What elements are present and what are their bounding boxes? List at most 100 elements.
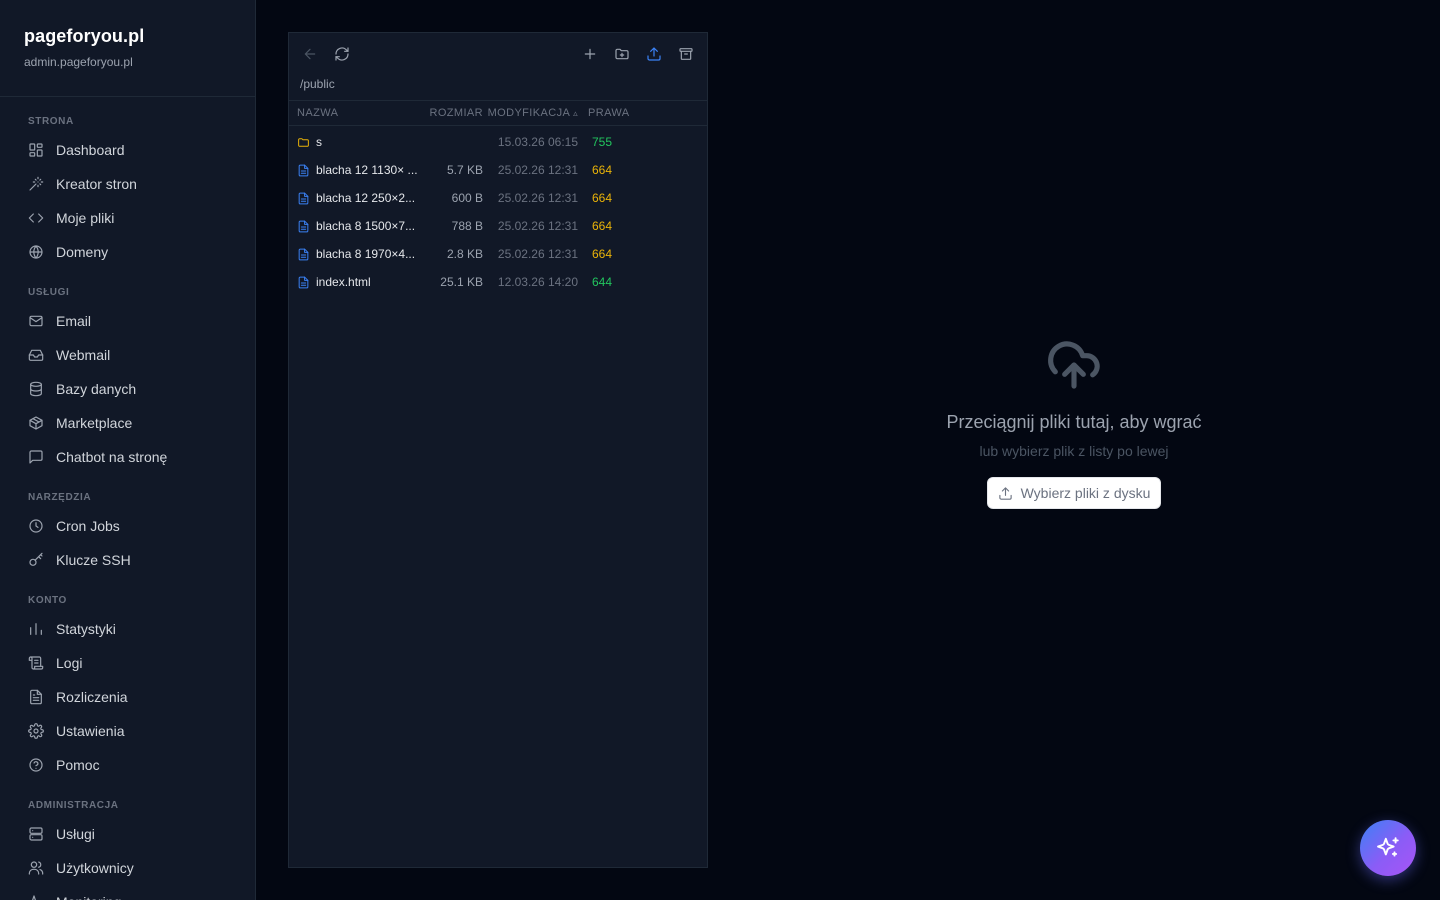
server-icon	[29, 827, 43, 841]
help-icon	[29, 758, 43, 772]
sidebar-item-label: Domeny	[56, 244, 109, 260]
wand-icon	[29, 176, 44, 191]
file-perms[interactable]: 664	[582, 219, 642, 233]
globe-icon	[29, 245, 43, 259]
sidebar-item-label: Klucze SSH	[56, 552, 131, 568]
sidebar-item-label: Kreator stron	[56, 176, 137, 192]
sidebar-item-monitoring[interactable]: Monitoring	[0, 885, 255, 900]
file-modified: 25.02.26 12:31	[497, 219, 578, 233]
file-modified: 25.02.26 12:31	[497, 247, 578, 261]
new-folder-button[interactable]	[611, 43, 633, 65]
file-icon	[298, 220, 309, 232]
receipt-icon	[30, 689, 42, 705]
choose-files-button[interactable]: Wybierz pliki z dysku	[986, 477, 1162, 509]
file-perms[interactable]: 664	[582, 163, 642, 177]
sidebar-section-title: NARZĘDZIA	[28, 492, 92, 503]
file-perms[interactable]: 755	[582, 135, 642, 149]
sidebar-item-użytkownicy[interactable]: Użytkownicy	[0, 851, 255, 885]
column-perms[interactable]: PRAWA	[582, 107, 642, 119]
upload-dropzone[interactable]: Przeciągnij pliki tutaj, aby wgrać lub w…	[708, 0, 1440, 900]
code-icon	[28, 213, 44, 223]
dropzone-content: Przeciągnij pliki tutaj, aby wgrać lub w…	[946, 337, 1202, 509]
folder-plus-icon	[615, 48, 629, 60]
refresh-icon	[335, 47, 349, 61]
file-row[interactable]: blacha 8 1500×7... 788 B 25.02.26 12:31 664	[289, 212, 707, 240]
file-row[interactable]: index.html 25.1 KB 12.03.26 14:20 644	[289, 268, 707, 296]
sidebar-item-label: Pomoc	[56, 757, 100, 773]
sidebar-item-ustawienia[interactable]: Ustawienia	[0, 714, 255, 748]
folder-row[interactable]: s 15.03.26 06:15 755	[289, 128, 707, 156]
sidebar-section-title: KONTO	[28, 595, 67, 606]
file-table-header: NAZWA ROZMIAR MODYFIKACJA ▵ PRAWA	[289, 101, 707, 126]
file-name: s	[289, 135, 426, 149]
file-icon	[298, 192, 309, 204]
file-row[interactable]: blacha 8 1970×4... 2.8 KB 25.02.26 12:31 66…	[289, 240, 707, 268]
file-size: 25.1 KB	[440, 275, 483, 289]
sidebar-item-label: Statystyki	[56, 621, 116, 637]
sidebar-item-label: Rozliczenia	[56, 689, 128, 705]
sidebar-item-chatbot-na-stronę[interactable]: Chatbot na stronę	[0, 440, 255, 474]
archive-icon	[679, 48, 693, 60]
brand: pageforyou.pl admin.pageforyou.pl	[0, 0, 255, 97]
sort-icon: ▵	[573, 108, 578, 118]
sidebar-item-dashboard[interactable]: Dashboard	[0, 133, 255, 167]
sidebar-item-webmail[interactable]: Webmail	[0, 338, 255, 372]
sidebar-item-moje-pliki[interactable]: Moje pliki	[0, 201, 255, 235]
sidebar: pageforyou.pl admin.pageforyou.pl STRONA…	[0, 0, 256, 900]
toolbar-actions	[569, 43, 697, 65]
plus-icon	[584, 48, 596, 60]
cloud-upload-icon	[1046, 337, 1102, 398]
sidebar-item-logi[interactable]: Logi	[0, 646, 255, 680]
sidebar-item-marketplace[interactable]: Marketplace	[0, 406, 255, 440]
sidebar-item-label: Bazy danych	[56, 381, 137, 397]
archive-button[interactable]	[675, 43, 697, 65]
sidebar-item-cron-jobs[interactable]: Cron Jobs	[0, 509, 255, 543]
file-row[interactable]: blacha 12 250×2... 600 B 25.02.26 12:31 664	[289, 184, 707, 212]
back-button[interactable]	[299, 43, 321, 65]
file-perms[interactable]: 644	[582, 275, 642, 289]
file-perms[interactable]: 664	[582, 247, 642, 261]
file-name-label: blacha 8 1970×4...	[316, 247, 416, 261]
file-row[interactable]: blacha 12 1130× ... 5.7 KB 25.02.26 12:31 6…	[289, 156, 707, 184]
file-name: blacha 12 1130× ...	[289, 163, 426, 177]
inbox-icon	[28, 349, 44, 361]
file-name: blacha 8 1500×7...	[289, 219, 426, 233]
sidebar-item-pomoc[interactable]: Pomoc	[0, 748, 255, 782]
sidebar-item-statystyki[interactable]: Statystyki	[0, 612, 255, 646]
sidebar-item-label: Monitoring	[56, 894, 121, 900]
sidebar-item-usługi[interactable]: Usługi	[0, 817, 255, 851]
sidebar-item-email[interactable]: Email	[0, 304, 255, 338]
column-modified[interactable]: MODYFIKACJA ▵	[487, 107, 582, 119]
upload-icon	[647, 47, 661, 61]
arrow-left-icon	[304, 48, 316, 60]
package-icon	[29, 416, 43, 430]
key-icon	[29, 552, 43, 566]
sidebar-item-label: Moje pliki	[56, 210, 115, 226]
file-perms[interactable]: 664	[582, 191, 642, 205]
sidebar-item-bazy-danych[interactable]: Bazy danych	[0, 372, 255, 406]
sidebar-section-title: STRONA	[28, 116, 74, 127]
ai-assistant-button[interactable]	[1360, 820, 1416, 876]
file-name: blacha 12 250×2...	[289, 191, 426, 205]
refresh-button[interactable]	[331, 43, 353, 65]
file-modified: 15.03.26 06:15	[497, 135, 578, 149]
brand-title[interactable]: pageforyou.pl	[24, 26, 231, 47]
file-name-label: index.html	[316, 275, 371, 289]
sidebar-item-klucze-ssh[interactable]: Klucze SSH	[0, 543, 255, 577]
sidebar-item-label: Email	[56, 313, 92, 329]
sidebar-item-domeny[interactable]: Domeny	[0, 235, 255, 269]
new-file-button[interactable]	[579, 43, 601, 65]
sidebar-item-rozliczenia[interactable]: Rozliczenia	[0, 680, 255, 714]
upload-button[interactable]	[643, 43, 665, 65]
column-name[interactable]: NAZWA	[289, 107, 426, 119]
gear-icon	[28, 723, 44, 739]
dropzone-subtitle: lub wybierz plik z listy po lewej	[979, 443, 1169, 459]
column-size[interactable]: ROZMIAR	[426, 107, 487, 119]
sidebar-item-label: Cron Jobs	[56, 518, 120, 534]
sidebar-item-kreator-stron[interactable]: Kreator stron	[0, 167, 255, 201]
file-name: blacha 8 1970×4...	[289, 247, 426, 261]
sidebar-item-label: Marketplace	[56, 415, 133, 431]
column-modified-label: MODYFIKACJA	[487, 107, 570, 119]
file-size: 5.7 KB	[446, 163, 483, 177]
sidebar-item-label: Logi	[56, 655, 83, 671]
